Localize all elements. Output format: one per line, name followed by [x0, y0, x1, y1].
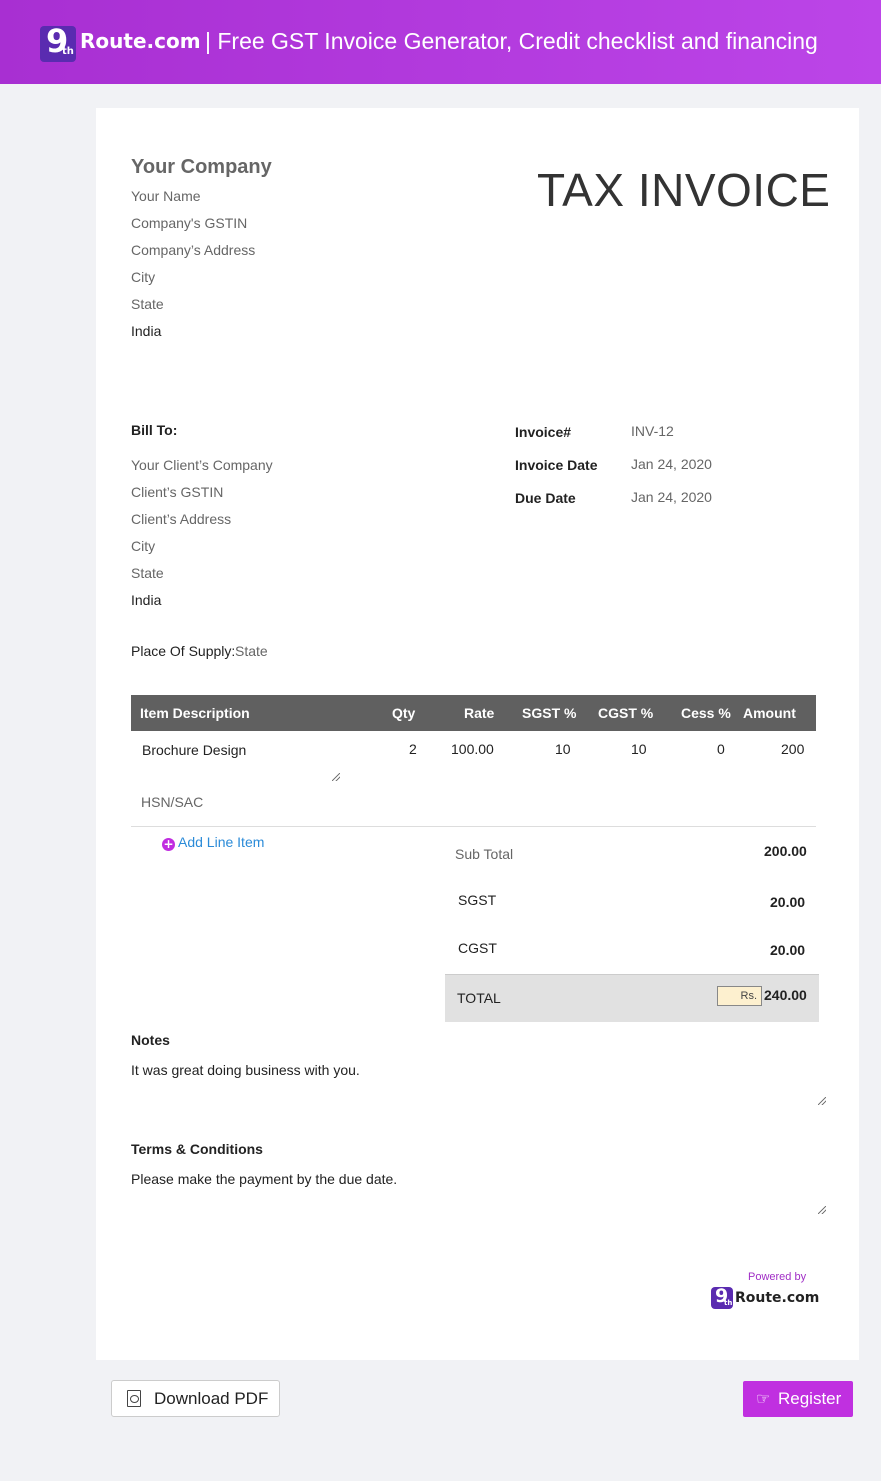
- company-person-field[interactable]: Your Name: [131, 188, 201, 204]
- plus-circle-icon: +: [162, 837, 175, 851]
- invoice-number-field[interactable]: INV-12: [631, 423, 674, 439]
- notes-label[interactable]: Notes: [131, 1032, 170, 1048]
- col-description-header[interactable]: Item Description: [140, 705, 250, 721]
- due-date-label[interactable]: Due Date: [515, 490, 576, 506]
- invoice-paper: Your Company Your Name Company's GSTIN C…: [96, 108, 859, 1360]
- footer-logo[interactable]: 9 th Route.com: [711, 1285, 820, 1309]
- footer-logo-suffix: th: [724, 1299, 733, 1307]
- col-qty-header[interactable]: Qty: [392, 705, 415, 721]
- col-cess-header[interactable]: Cess %: [681, 705, 731, 721]
- company-state-field[interactable]: State: [131, 296, 164, 312]
- pdf-file-icon: [127, 1390, 141, 1407]
- place-of-supply-select[interactable]: State: [235, 643, 268, 659]
- col-sgst-header[interactable]: SGST %: [522, 705, 576, 721]
- item-qty-input[interactable]: 2: [409, 741, 417, 757]
- footer-logo-mark-icon: 9 th: [711, 1285, 733, 1309]
- powered-by-label: Powered by: [748, 1271, 807, 1283]
- footer-logo-text: Route.com: [735, 1290, 820, 1306]
- item-amount-value: 200: [781, 741, 805, 757]
- terms-resize-handle-icon[interactable]: [818, 1206, 826, 1214]
- items-table-header: Item Description Qty Rate SGST % CGST % …: [131, 695, 816, 731]
- invoice-title[interactable]: TAX INVOICE: [537, 163, 830, 217]
- register-label: Register: [778, 1389, 842, 1408]
- logo-suffix: th: [62, 46, 74, 57]
- client-state-field[interactable]: State: [131, 565, 164, 581]
- download-pdf-label: Download PDF: [154, 1389, 269, 1408]
- item-cess-input[interactable]: 0: [717, 741, 725, 757]
- add-line-item-label: Add Line Item: [178, 834, 265, 850]
- item-sgst-input[interactable]: 10: [555, 741, 571, 757]
- client-company-field[interactable]: Your Client’s Company: [131, 457, 273, 473]
- item-hsn-input[interactable]: HSN/SAC: [141, 794, 203, 810]
- cgst-value: 20.00: [770, 942, 806, 958]
- subtotal-label[interactable]: Sub Total: [455, 846, 513, 862]
- client-gstin-field[interactable]: Client’s GSTIN: [131, 484, 223, 500]
- due-date-field[interactable]: Jan 24, 2020: [631, 489, 712, 505]
- site-logo[interactable]: 9 th Route.com: [40, 22, 201, 62]
- place-of-supply-label[interactable]: Place Of Supply:: [131, 643, 235, 659]
- header-title: | Free GST Invoice Generator, Credit che…: [205, 28, 818, 54]
- notes-textarea[interactable]: It was great doing business with you.: [131, 1062, 360, 1078]
- company-country-select[interactable]: India: [131, 323, 161, 339]
- item-description-input[interactable]: Brochure Design: [142, 742, 246, 758]
- client-city-field[interactable]: City: [131, 538, 155, 554]
- register-button[interactable]: ☞ Register: [743, 1381, 853, 1417]
- invoice-date-field[interactable]: Jan 24, 2020: [631, 456, 712, 472]
- col-rate-header[interactable]: Rate: [464, 705, 494, 721]
- resize-handle-icon[interactable]: [332, 773, 340, 781]
- col-amount-header: Amount: [743, 705, 796, 721]
- cgst-label[interactable]: CGST: [458, 940, 497, 956]
- bill-to-label[interactable]: Bill To:: [131, 422, 177, 438]
- total-label[interactable]: TOTAL: [457, 990, 501, 1006]
- currency-input[interactable]: Rs.: [717, 986, 762, 1006]
- company-city-field[interactable]: City: [131, 269, 155, 285]
- company-address-field[interactable]: Company’s Address: [131, 242, 255, 258]
- subtotal-value: 200.00: [764, 843, 807, 859]
- sgst-label[interactable]: SGST: [458, 892, 496, 908]
- table-divider: [131, 826, 816, 827]
- site-header: 9 th Route.com | Free GST Invoice Genera…: [0, 0, 881, 84]
- download-pdf-button[interactable]: Download PDF: [111, 1380, 280, 1417]
- terms-label[interactable]: Terms & Conditions: [131, 1141, 263, 1157]
- company-gstin-field[interactable]: Company's GSTIN: [131, 215, 247, 231]
- logo-mark-icon: 9 th: [40, 22, 76, 62]
- item-rate-input[interactable]: 100.00: [451, 741, 494, 757]
- sgst-value: 20.00: [770, 894, 806, 910]
- pointing-hand-icon: ☞: [756, 1391, 771, 1408]
- total-row: [445, 974, 819, 1022]
- notes-resize-handle-icon[interactable]: [818, 1097, 826, 1105]
- client-address-field[interactable]: Client’s Address: [131, 511, 231, 527]
- logo-text: Route.com: [80, 29, 201, 53]
- invoice-number-label[interactable]: Invoice#: [515, 424, 571, 440]
- company-name-field[interactable]: Your Company: [131, 156, 272, 179]
- col-cgst-header[interactable]: CGST %: [598, 705, 653, 721]
- add-line-item-button[interactable]: + Add Line Item: [162, 834, 264, 852]
- client-country-select[interactable]: India: [131, 592, 161, 608]
- terms-textarea[interactable]: Please make the payment by the due date.: [131, 1171, 397, 1187]
- total-value: 240.00: [764, 987, 807, 1003]
- invoice-date-label[interactable]: Invoice Date: [515, 457, 597, 473]
- item-cgst-input[interactable]: 10: [631, 741, 647, 757]
